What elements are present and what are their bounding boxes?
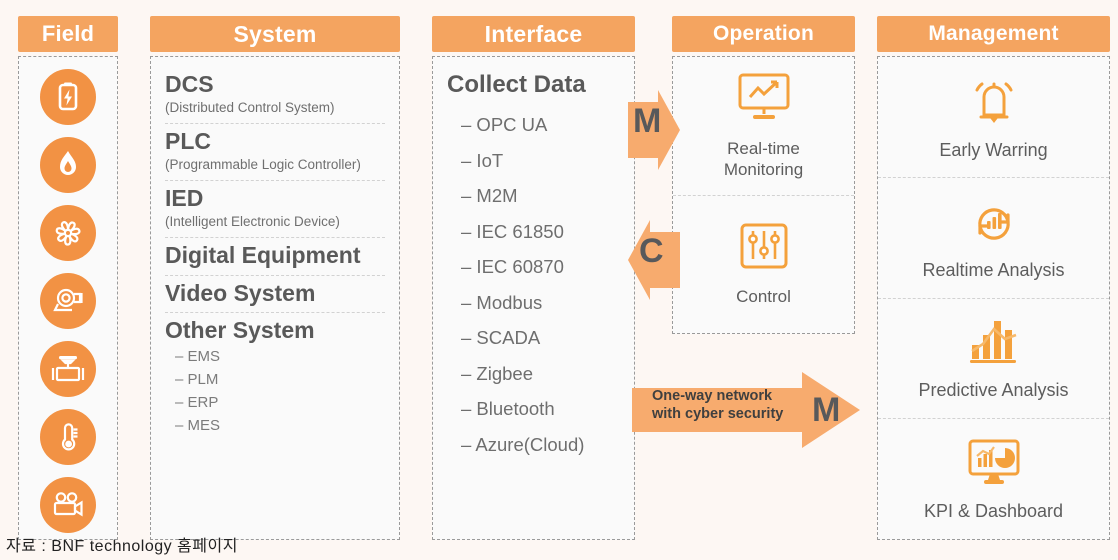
arrow-letter-m-oneway: M [812, 391, 841, 429]
list-item: – Bluetooth [461, 398, 555, 419]
list-item: – PLM [175, 370, 219, 388]
system-group-subtitle: (Programmable Logic Controller) [165, 156, 361, 172]
list-item: – OPC UA [461, 114, 548, 135]
monitor-chart-icon [733, 71, 795, 130]
refresh-bars-icon [964, 195, 1024, 254]
thermometer-icon [40, 409, 96, 465]
field-icon-list [19, 63, 117, 539]
system-group-title: Digital Equipment [165, 241, 361, 268]
list-item: – Azure(Cloud) [461, 433, 585, 455]
system-other-list: – EMS – PLM – ERP – MES [165, 346, 385, 437]
arrow-letter-c-control: C [639, 232, 664, 270]
column-header-management: Management [877, 16, 1110, 52]
operation-cell-control: Control [673, 194, 854, 334]
diagram-canvas: Field System DCS (Distributed Control Sy… [0, 0, 1118, 560]
list-item: – Modbus [461, 291, 543, 313]
management-label: KPI & Dashboard [923, 501, 1064, 522]
trend-bars-icon [962, 315, 1026, 374]
system-group-other-system: Other System – EMS – PLM – ERP – MES [165, 313, 385, 443]
column-field: Field [18, 16, 118, 540]
management-cell-early-warning: Early Warring [878, 57, 1109, 177]
management-cell-realtime-analysis: Realtime Analysis [878, 176, 1109, 298]
list-item: – M2M [461, 185, 518, 206]
system-group-subtitle: (Intelligent Electronic Device) [165, 213, 340, 229]
battery-power-icon [40, 69, 96, 125]
system-group-ied: IED (Intelligent Electronic Device) [165, 181, 385, 238]
operation-label: Real-time Monitoring [723, 139, 804, 180]
column-body-management: Early Warring Realtime Analysis Predicti… [877, 56, 1110, 540]
list-item: – MES [175, 416, 221, 434]
list-item: – ERP [175, 393, 219, 411]
system-group-subtitle: (Distributed Control System) [165, 99, 335, 115]
management-cell-predictive-analysis: Predictive Analysis [878, 297, 1109, 419]
management-label: Realtime Analysis [922, 259, 1065, 280]
arrow-oneway-line1: One-way network [652, 388, 773, 404]
system-group-title: IED [165, 184, 204, 211]
list-item: – IEC 60870 [461, 256, 564, 277]
column-body-field [18, 56, 118, 540]
system-group-title: PLC [165, 127, 211, 154]
monitor-dashboard-icon [962, 436, 1026, 495]
operation-cell-monitoring: Real-time Monitoring [673, 57, 854, 195]
valve-icon [40, 341, 96, 397]
interface-protocol-list: – OPC UA – IoT – M2M – IEC 61850 – IEC 6… [447, 114, 634, 455]
system-group-title: Other System [165, 317, 315, 344]
column-header-field: Field [18, 16, 118, 52]
system-group-dcs: DCS (Distributed Control System) [165, 67, 385, 124]
column-body-system: DCS (Distributed Control System) PLC (Pr… [150, 56, 400, 540]
list-item: – EMS [175, 348, 221, 366]
column-body-operation: Real-time Monitoring Control [672, 56, 855, 334]
column-header-operation: Operation [672, 16, 855, 52]
system-group-plc: PLC (Programmable Logic Controller) [165, 124, 385, 181]
flame-icon [40, 137, 96, 193]
list-item: – IoT [461, 149, 504, 171]
interface-title: Collect Data [447, 71, 586, 98]
source-caption: 자료 : BNF technology 홈페이지 [6, 538, 238, 555]
list-item: – SCADA [461, 327, 541, 348]
pump-motor-icon [40, 273, 96, 329]
list-item: – IEC 61850 [461, 220, 564, 242]
list-item: – Zigbee [461, 362, 533, 384]
column-interface: Interface Collect Data – OPC UA – IoT – … [432, 16, 635, 540]
column-system: System DCS (Distributed Control System) … [150, 16, 400, 540]
column-header-system: System [150, 16, 400, 52]
system-group-title: Video System [165, 279, 316, 306]
arrow-oneway-line2: with cyber security [652, 405, 784, 422]
operation-label: Control [736, 287, 791, 307]
management-cell-kpi-dashboard: KPI & Dashboard [878, 418, 1109, 539]
video-camera-icon [40, 477, 96, 533]
column-body-interface: Collect Data – OPC UA – IoT – M2M – IEC … [432, 56, 635, 540]
system-group-video-system: Video System [165, 276, 385, 314]
management-label: Predictive Analysis [918, 380, 1069, 401]
column-management: Management Early Warring Realtime Analys… [877, 16, 1110, 540]
bell-alarm-icon [964, 73, 1024, 134]
system-group-digital-equipment: Digital Equipment [165, 238, 385, 276]
arrow-oneway-label: One-way network with cyber security [652, 388, 812, 423]
system-group-title: DCS [165, 71, 214, 97]
arrow-letter-m-monitoring: M [633, 102, 662, 140]
column-operation: Operation Real-time Monitoring Control [672, 16, 855, 334]
sliders-control-icon [736, 221, 792, 278]
management-label: Early Warring [939, 139, 1048, 160]
fan-turbine-icon [40, 205, 96, 261]
column-header-interface: Interface [432, 16, 635, 52]
